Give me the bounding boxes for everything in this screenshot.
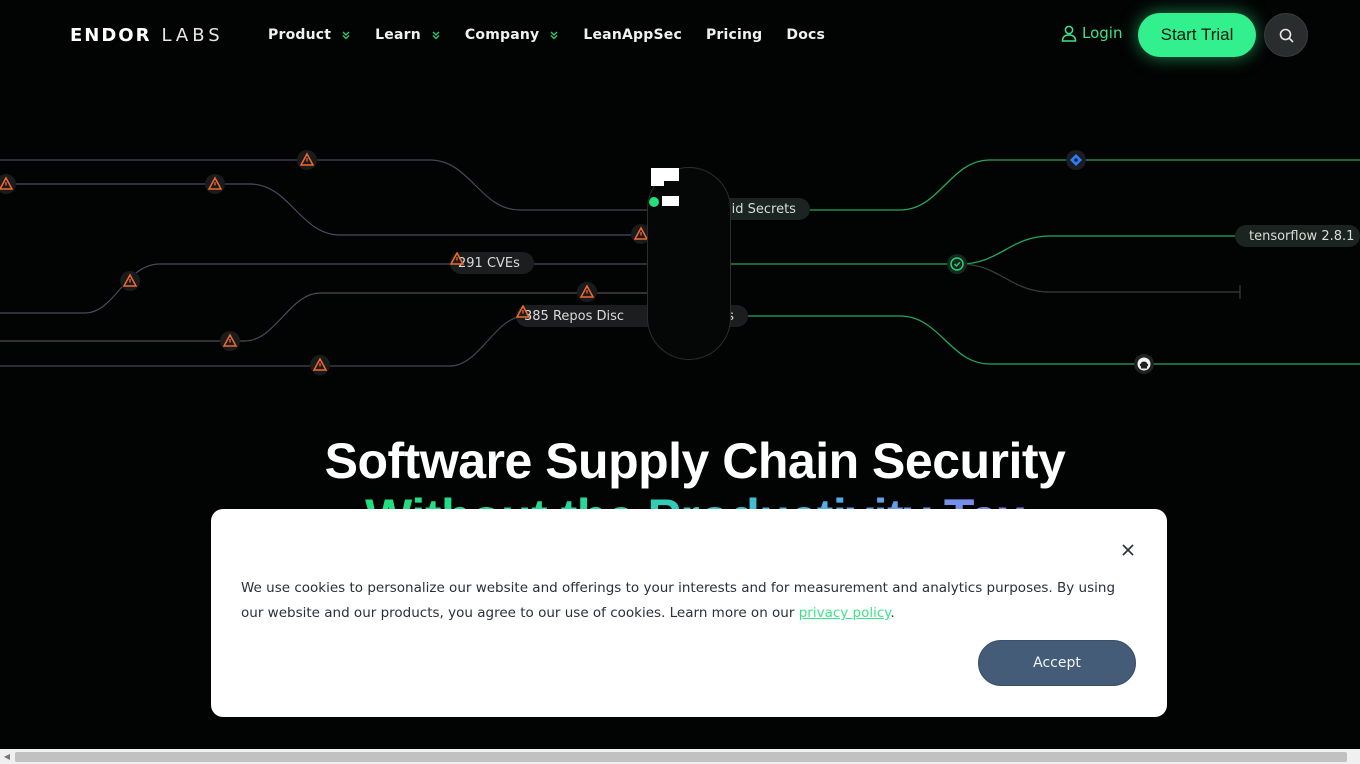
- nav-item-learn[interactable]: Learn: [375, 27, 441, 43]
- warning-icon: [577, 282, 597, 302]
- close-button[interactable]: [1118, 540, 1138, 560]
- close-icon: [1122, 544, 1134, 556]
- right-line: [731, 235, 1240, 265]
- warning-icon: [450, 252, 464, 265]
- check-circle-icon: [947, 254, 967, 274]
- jira-icon: [1066, 150, 1086, 170]
- hero-headline: Software Supply Chain Security: [324, 433, 1066, 489]
- cookie-text-main: We use cookies to personalize our websit…: [241, 580, 1116, 621]
- cves-label: 291 CVEs: [458, 255, 520, 271]
- nav-item-label: Learn: [375, 27, 421, 43]
- nav-item-leanappsec[interactable]: LeanAppSec: [583, 27, 682, 43]
- top-navigation: ENDOR LABS Product Learn Company LeanApp…: [0, 0, 1360, 70]
- cookie-banner: We use cookies to personalize our websit…: [211, 509, 1167, 717]
- privacy-policy-link[interactable]: privacy policy: [799, 605, 891, 621]
- right-line: [731, 315, 1360, 365]
- chevron-down-icon: [342, 31, 350, 40]
- cookie-text-end: .: [890, 605, 895, 621]
- tensorflow-pill: tensorflow 2.8.1: [1235, 225, 1360, 247]
- warning-icon: [310, 355, 330, 375]
- chevron-down-icon: [550, 31, 558, 40]
- tensorflow-label: tensorflow 2.8.1: [1249, 228, 1355, 244]
- warning-icon: [220, 331, 240, 351]
- horizontal-scrollbar[interactable]: ◀: [0, 749, 1360, 764]
- right-line: [731, 159, 1360, 211]
- scrollbar-thumb[interactable]: [15, 752, 1347, 762]
- scroll-left-arrow-icon[interactable]: ◀: [0, 749, 14, 764]
- main-menu: Product Learn Company LeanAppSec Pricing…: [268, 22, 849, 48]
- accept-button[interactable]: Accept: [978, 640, 1136, 686]
- endor-logo-icon: [649, 168, 679, 207]
- user-icon: [1061, 25, 1077, 42]
- warning-icon: [297, 150, 317, 170]
- nav-item-pricing[interactable]: Pricing: [706, 27, 762, 43]
- warning-icon: [120, 271, 140, 291]
- login-label: Login: [1082, 24, 1123, 42]
- endor-labs-logo[interactable]: ENDOR LABS: [70, 23, 224, 47]
- warning-icon: [0, 174, 16, 194]
- search-button[interactable]: [1264, 13, 1308, 57]
- search-icon: [1279, 28, 1293, 42]
- nav-item-label: Company: [464, 27, 540, 43]
- logo-word-endor: ENDOR: [70, 24, 152, 46]
- supply-chain-graphic: lid Secrets 291 CVEs 385 Repos Disc s te…: [0, 130, 1360, 390]
- nav-item-label: Docs: [786, 27, 826, 43]
- left-line: [0, 159, 650, 211]
- github-icon: [1134, 354, 1154, 374]
- warning-icon: [205, 174, 225, 194]
- login-link[interactable]: Login: [1061, 24, 1122, 42]
- nav-item-label: Product: [268, 27, 332, 43]
- cves-pill: 291 CVEs: [450, 252, 534, 274]
- secrets-label: lid Secrets: [728, 201, 796, 217]
- chevron-down-icon: [432, 31, 440, 40]
- nav-item-docs[interactable]: Docs: [786, 27, 825, 43]
- start-trial-button[interactable]: Start Trial: [1138, 13, 1256, 57]
- logo-word-labs: LABS: [161, 24, 224, 46]
- cookie-message: We use cookies to personalize our websit…: [241, 576, 1141, 626]
- nav-item-company[interactable]: Company: [465, 27, 559, 43]
- warning-icon: [516, 305, 530, 318]
- nav-item-label: LeanAppSec: [583, 27, 682, 43]
- nav-item-label: Pricing: [705, 27, 763, 43]
- repos-label: 385 Repos Disc: [524, 308, 625, 324]
- endor-hub-capsule: [647, 167, 731, 360]
- right-line: [959, 263, 1240, 293]
- nav-item-product[interactable]: Product: [268, 27, 351, 43]
